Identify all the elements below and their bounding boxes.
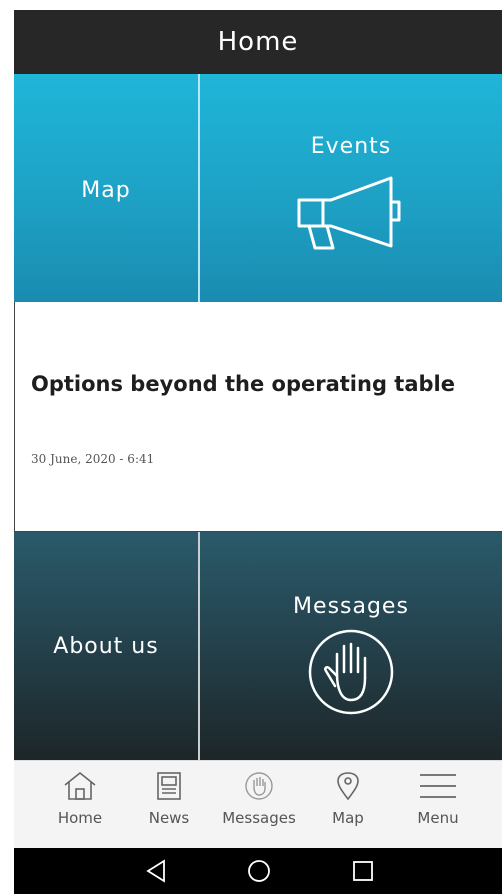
tab-menu-label: Menu bbox=[417, 809, 459, 827]
tab-menu[interactable]: Menu bbox=[410, 771, 466, 827]
hamburger-icon bbox=[420, 774, 456, 798]
megaphone-icon bbox=[297, 176, 401, 250]
tab-map-label: Map bbox=[332, 809, 364, 827]
map-tile-label: Map bbox=[81, 178, 131, 203]
article-title[interactable]: Options beyond the operating table bbox=[31, 372, 461, 396]
system-nav-bar bbox=[14, 848, 502, 894]
events-tile-label: Events bbox=[310, 134, 392, 159]
app-screen: Home Map Events Options beyond the opera… bbox=[0, 0, 502, 894]
recents-icon[interactable] bbox=[350, 858, 376, 884]
news-icon bbox=[157, 772, 181, 800]
map-tile[interactable]: Map bbox=[14, 74, 198, 302]
news-article-card[interactable]: Options beyond the operating table 30 Ju… bbox=[14, 302, 502, 532]
tab-home-label: Home bbox=[57, 809, 103, 827]
hand-icon bbox=[308, 629, 394, 715]
events-tile[interactable]: Events bbox=[200, 74, 502, 302]
map-pin-icon bbox=[337, 772, 359, 801]
about-us-tile-label: About us bbox=[53, 634, 159, 659]
tab-home[interactable]: Home bbox=[54, 771, 106, 827]
tab-news[interactable]: News bbox=[140, 771, 198, 827]
tab-map[interactable]: Map bbox=[326, 771, 370, 827]
home-icon bbox=[64, 771, 96, 800]
about-us-tile[interactable]: About us bbox=[14, 532, 198, 760]
page-title-bar: Home bbox=[14, 10, 502, 74]
tab-news-label: News bbox=[148, 809, 190, 827]
messages-tile[interactable]: Messages bbox=[200, 532, 502, 760]
article-date: 30 June, 2020 - 6:41 bbox=[31, 452, 155, 466]
bottom-tab-bar: Home News Messages Map Menu bbox=[14, 760, 502, 848]
messages-tile-label: Messages bbox=[293, 594, 409, 619]
page-title: Home bbox=[217, 27, 299, 57]
home-circle-icon[interactable] bbox=[246, 858, 272, 884]
tab-messages-label: Messages bbox=[222, 809, 296, 827]
back-icon[interactable] bbox=[144, 858, 168, 884]
tab-messages[interactable]: Messages bbox=[212, 771, 306, 827]
hand-icon bbox=[245, 772, 273, 800]
